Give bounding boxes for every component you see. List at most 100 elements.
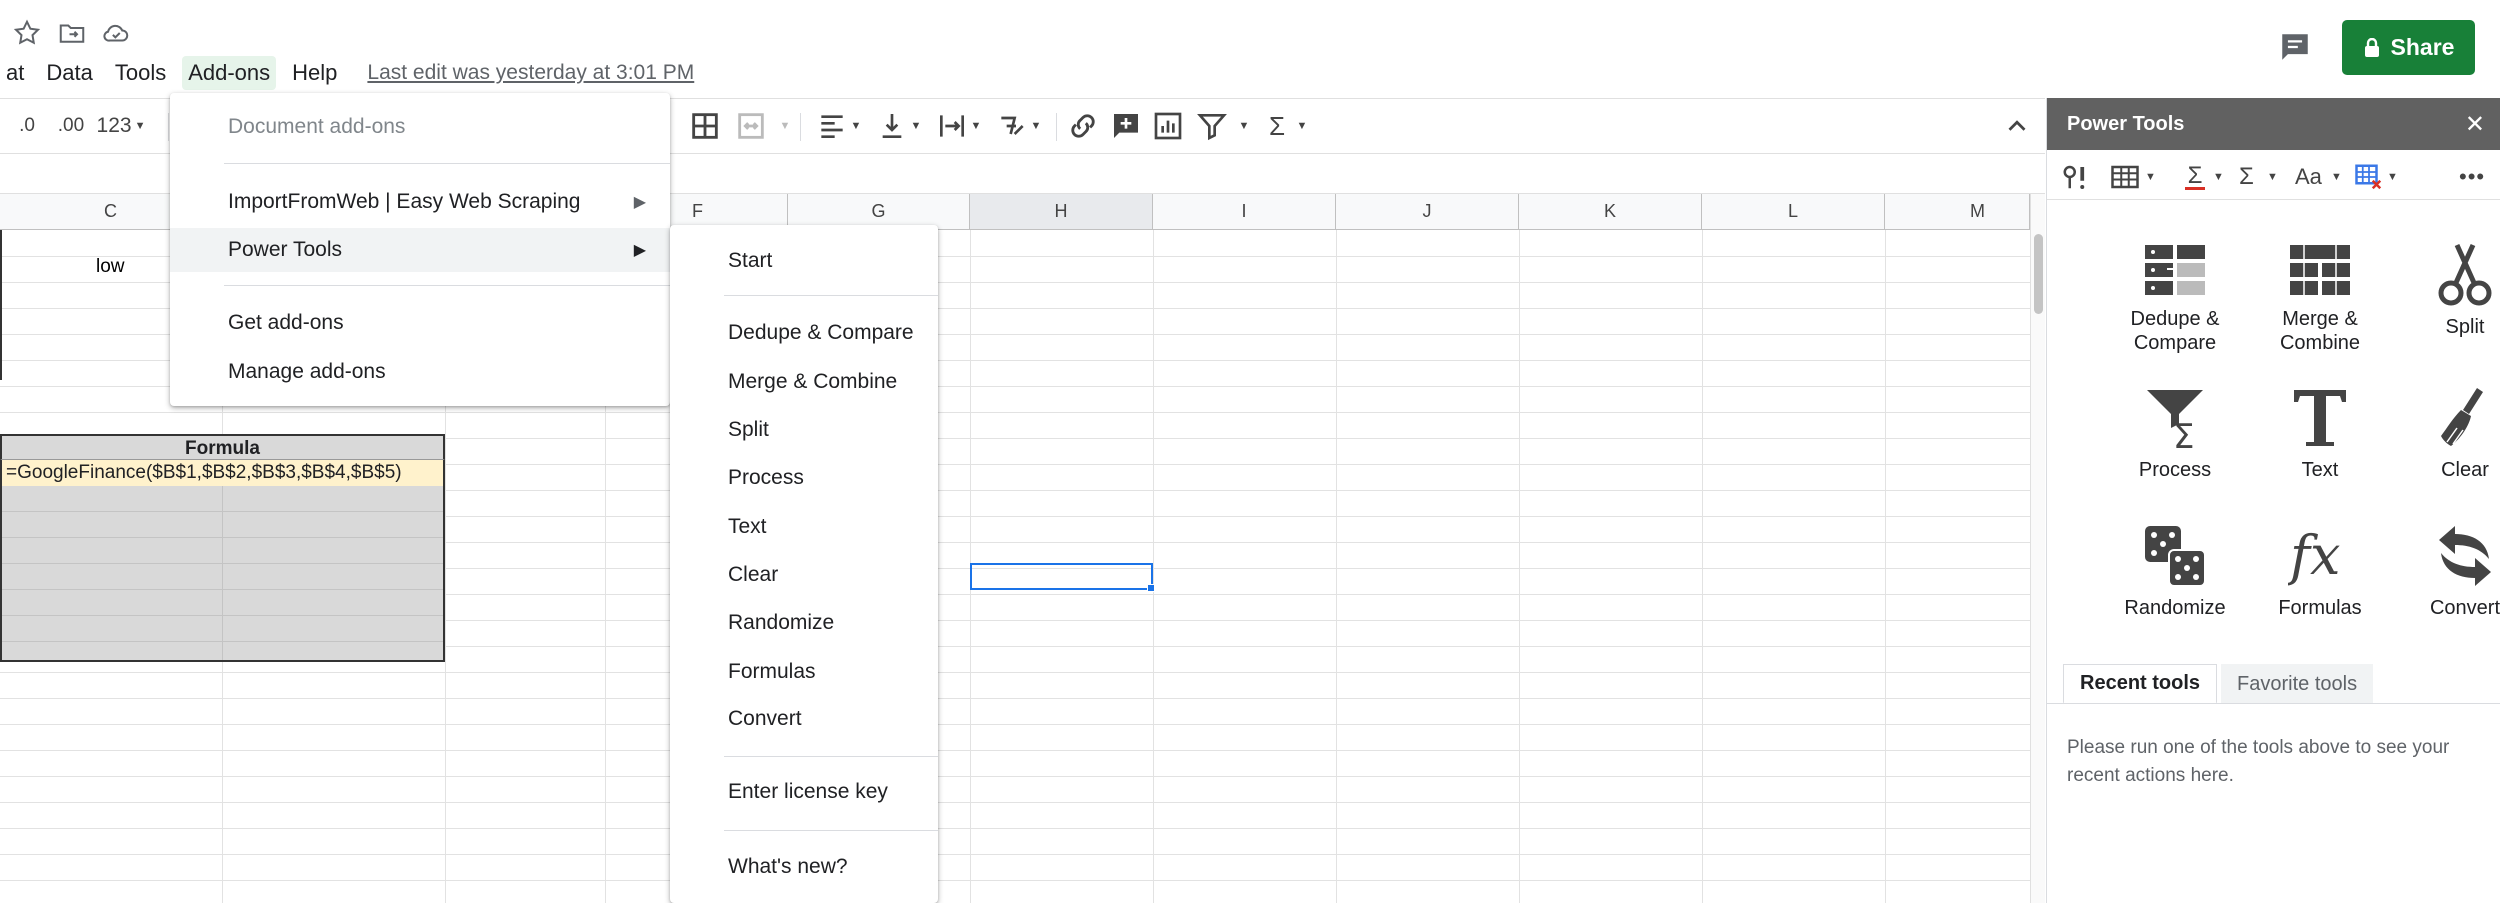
table-icon[interactable] — [2109, 162, 2141, 192]
column-header-h[interactable]: H — [970, 194, 1153, 230]
submenu-item-license-key[interactable]: Enter license key — [670, 770, 938, 814]
submenu-item-randomize[interactable]: Randomize — [670, 601, 938, 645]
insert-comment-icon[interactable] — [1110, 109, 1142, 143]
sigma-icon[interactable]: Σ — [2239, 162, 2254, 192]
text-wrap-icon[interactable] — [936, 109, 968, 143]
submenu-item-dedupe[interactable]: Dedupe & Compare — [670, 311, 938, 355]
more-options-icon[interactable]: ••• — [2459, 162, 2485, 192]
column-header-m[interactable]: M — [1885, 194, 2030, 230]
column-header-k[interactable]: K — [1519, 194, 1702, 230]
decrease-decimal-button[interactable]: .0 — [12, 109, 42, 143]
merge-label: Merge & Combine — [728, 370, 898, 393]
menu-separator — [724, 295, 938, 296]
submenu-item-convert[interactable]: Convert — [670, 697, 938, 741]
tab-favorite-tools[interactable]: Favorite tools — [2221, 664, 2374, 704]
chevron-down-icon[interactable]: ▼ — [1030, 109, 1042, 143]
formula-header-cell[interactable]: Formula — [0, 434, 445, 460]
last-edit-link[interactable]: Last edit was yesterday at 3:01 PM — [367, 61, 694, 85]
menu-addons[interactable]: Add-ons — [182, 56, 277, 90]
grid-line — [0, 724, 2030, 725]
filter-icon[interactable] — [1196, 109, 1228, 143]
scrollbar-thumb[interactable] — [2034, 234, 2043, 314]
tool-dedupe[interactable]: Dedupe & Compare — [2105, 243, 2245, 355]
tool-clear[interactable]: Clear — [2395, 386, 2500, 482]
submenu-item-clear[interactable]: Clear — [670, 553, 938, 597]
grid-line — [0, 776, 2030, 777]
submenu-item-text[interactable]: Text — [670, 505, 938, 549]
chevron-down-icon[interactable]: ▼ — [970, 109, 982, 143]
borders-icon[interactable] — [688, 109, 722, 143]
cell-low[interactable]: low — [96, 256, 125, 278]
tool-split[interactable]: Split — [2395, 243, 2500, 339]
merge-dropdown-icon[interactable]: ▼ — [778, 109, 792, 143]
cloud-status-icon[interactable] — [101, 18, 131, 48]
column-header-l[interactable]: L — [1702, 194, 1885, 230]
funnel-sigma-icon: Σ — [2147, 390, 2203, 450]
menu-item-get-addons[interactable]: Get add-ons — [170, 301, 670, 345]
chevron-down-icon[interactable]: ▼ — [1238, 109, 1250, 143]
submenu-item-whats-new[interactable]: What's new? — [670, 845, 938, 889]
insert-chart-icon[interactable] — [1152, 109, 1184, 143]
vertical-scrollbar[interactable] — [2030, 194, 2045, 903]
tool-formulas[interactable]: fx Formulas — [2250, 524, 2390, 620]
menu-format[interactable]: at — [0, 56, 30, 90]
text-case-icon[interactable]: Aa — [2295, 162, 2322, 192]
submenu-item-process[interactable]: Process — [670, 456, 938, 500]
svg-text:Σ: Σ — [2173, 417, 2194, 450]
submenu-item-start[interactable]: Start — [670, 239, 938, 283]
chevron-down-icon[interactable]: ▼ — [2267, 162, 2278, 192]
menu-item-power-tools[interactable]: Power Tools ▶ — [170, 228, 670, 272]
chevron-down-icon[interactable]: ▼ — [910, 109, 922, 143]
menu-item-importfromweb[interactable]: ImportFromWeb | Easy Web Scraping ▶ — [170, 180, 670, 224]
sidebar-tabs: Recent tools Favorite tools — [2063, 664, 2374, 704]
chevron-down-icon[interactable]: ▼ — [1296, 109, 1308, 143]
functions-sigma-icon[interactable]: Σ — [1264, 109, 1290, 143]
tool-merge[interactable]: Merge & Combine — [2250, 243, 2390, 355]
convert-arrows-icon — [2439, 526, 2491, 586]
tool-randomize[interactable]: Randomize — [2105, 524, 2245, 620]
chevron-down-icon[interactable]: ▼ — [2331, 162, 2342, 192]
share-button[interactable]: Share — [2342, 20, 2475, 75]
tool-process-label: Process — [2138, 459, 2212, 481]
menubar: at Data Tools Add-ons Help Last edit was… — [0, 56, 694, 90]
chevron-down-icon[interactable]: ▼ — [2145, 162, 2156, 192]
clear-table-icon[interactable] — [2353, 162, 2385, 192]
more-formats-button[interactable]: 123 ▼ — [96, 109, 146, 143]
column-header-i[interactable]: I — [1153, 194, 1336, 230]
tool-convert[interactable]: Convert — [2395, 524, 2500, 620]
grid-line — [0, 828, 2030, 829]
menu-tools[interactable]: Tools — [109, 56, 172, 90]
menu-item-manage-addons[interactable]: Manage add-ons — [170, 350, 670, 394]
chevron-down-icon[interactable]: ▼ — [2213, 162, 2224, 192]
sidebar-header: Power Tools ✕ — [2047, 98, 2500, 150]
chevron-down-icon[interactable]: ▼ — [850, 109, 862, 143]
increase-decimal-button[interactable]: .00 — [52, 109, 90, 143]
submenu-item-merge[interactable]: Merge & Combine — [670, 360, 938, 404]
text-rotation-icon[interactable] — [996, 109, 1028, 143]
formula-cell[interactable]: =GoogleFinance($B$1,$B$2,$B$3,$B$4,$B$5) — [0, 460, 445, 486]
tab-recent-tools[interactable]: Recent tools — [2063, 664, 2218, 704]
collapse-toolbar-icon[interactable] — [2002, 109, 2032, 143]
text-t-icon — [2294, 390, 2346, 446]
insert-link-icon[interactable] — [1066, 109, 1100, 143]
move-folder-icon[interactable] — [57, 18, 87, 48]
submenu-item-split[interactable]: Split — [670, 408, 938, 452]
column-header-j[interactable]: J — [1336, 194, 1519, 230]
menu-data[interactable]: Data — [40, 56, 98, 90]
submenu-item-formulas[interactable]: Formulas — [670, 650, 938, 694]
star-icon[interactable] — [12, 18, 42, 48]
close-icon[interactable]: ✕ — [2465, 110, 2485, 139]
comment-icon[interactable] — [2278, 30, 2312, 64]
merge-cells-icon[interactable] — [734, 109, 768, 143]
grid-line — [222, 486, 223, 660]
chevron-down-icon[interactable]: ▼ — [2387, 162, 2398, 192]
find-replace-icon[interactable] — [2061, 162, 2091, 192]
menu-help[interactable]: Help — [286, 56, 343, 90]
selected-cell[interactable] — [970, 563, 1153, 590]
tool-text[interactable]: Text — [2250, 386, 2390, 482]
horizontal-align-icon[interactable] — [816, 109, 848, 143]
tool-process[interactable]: Σ Process — [2105, 386, 2245, 482]
vertical-align-icon[interactable] — [876, 109, 908, 143]
sum-colored-icon[interactable]: Σ — [2181, 162, 2209, 192]
fill-handle[interactable] — [1147, 584, 1155, 592]
